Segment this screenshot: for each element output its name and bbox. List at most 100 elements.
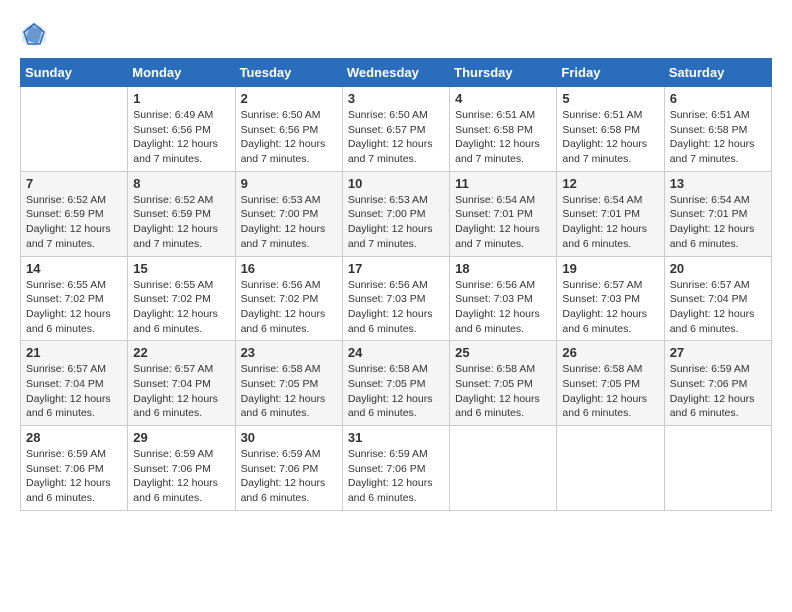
calendar-cell xyxy=(664,426,771,511)
calendar-cell: 1 Sunrise: 6:49 AMSunset: 6:56 PMDaylight… xyxy=(128,87,235,172)
calendar-table: SundayMondayTuesdayWednesdayThursdayFrid… xyxy=(20,58,772,511)
calendar-cell: 31Sunrise: 6:59 AMSunset: 7:06 PMDayligh… xyxy=(342,426,449,511)
day-number: 23 xyxy=(241,345,337,360)
calendar-cell: 3 Sunrise: 6:50 AMSunset: 6:57 PMDaylight… xyxy=(342,87,449,172)
calendar-cell: 12 Sunrise: 6:54 AMSunset: 7:01 PMDayligh… xyxy=(557,171,664,256)
calendar-cell: 18Sunrise: 6:56 AMSunset: 7:03 PMDayligh… xyxy=(450,256,557,341)
calendar-cell: 13 Sunrise: 6:54 AMSunset: 7:01 PMDayligh… xyxy=(664,171,771,256)
day-number: 30 xyxy=(241,430,337,445)
day-info: Sunrise: 6:50 AMSunset: 6:57 PMDaylight:… xyxy=(348,108,444,167)
day-info: Sunrise: 6:58 AMSunset: 7:05 PMDaylight:… xyxy=(241,362,337,421)
day-info: Sunrise: 6:59 AMSunset: 7:06 PMDaylight:… xyxy=(26,447,122,506)
calendar-cell: 10 Sunrise: 6:53 AMSunset: 7:00 PMDayligh… xyxy=(342,171,449,256)
day-number: 9 xyxy=(241,176,337,191)
calendar-cell: 15Sunrise: 6:55 AMSunset: 7:02 PMDayligh… xyxy=(128,256,235,341)
calendar-week-row: 28 Sunrise: 6:59 AMSunset: 7:06 PMDayligh… xyxy=(21,426,772,511)
day-number: 15 xyxy=(133,261,229,276)
calendar-cell: 4 Sunrise: 6:51 AMSunset: 6:58 PMDaylight… xyxy=(450,87,557,172)
day-info: Sunrise: 6:54 AMSunset: 7:01 PMDaylight:… xyxy=(562,193,658,252)
calendar-cell: 20 Sunrise: 6:57 AMSunset: 7:04 PMDayligh… xyxy=(664,256,771,341)
day-number: 5 xyxy=(562,91,658,106)
calendar-cell xyxy=(21,87,128,172)
day-number: 27 xyxy=(670,345,766,360)
calendar-cell: 21 Sunrise: 6:57 AMSunset: 7:04 PMDayligh… xyxy=(21,341,128,426)
day-info: Sunrise: 6:52 AMSunset: 6:59 PMDaylight:… xyxy=(133,193,229,252)
calendar-cell: 19 Sunrise: 6:57 AMSunset: 7:03 PMDayligh… xyxy=(557,256,664,341)
calendar-cell xyxy=(450,426,557,511)
calendar-cell: 25 Sunrise: 6:58 AMSunset: 7:05 PMDayligh… xyxy=(450,341,557,426)
calendar-week-row: 1 Sunrise: 6:49 AMSunset: 6:56 PMDaylight… xyxy=(21,87,772,172)
page-header xyxy=(20,20,772,48)
day-info: Sunrise: 6:57 AMSunset: 7:03 PMDaylight:… xyxy=(562,278,658,337)
day-number: 8 xyxy=(133,176,229,191)
calendar-cell: 30 Sunrise: 6:59 AMSunset: 7:06 PMDayligh… xyxy=(235,426,342,511)
logo-icon xyxy=(20,20,48,48)
calendar-cell: 23 Sunrise: 6:58 AMSunset: 7:05 PMDayligh… xyxy=(235,341,342,426)
calendar-cell: 11 Sunrise: 6:54 AMSunset: 7:01 PMDayligh… xyxy=(450,171,557,256)
day-info: Sunrise: 6:51 AMSunset: 6:58 PMDaylight:… xyxy=(670,108,766,167)
calendar-cell: 17 Sunrise: 6:56 AMSunset: 7:03 PMDayligh… xyxy=(342,256,449,341)
calendar-header-row: SundayMondayTuesdayWednesdayThursdayFrid… xyxy=(21,59,772,87)
calendar-cell: 29 Sunrise: 6:59 AMSunset: 7:06 PMDayligh… xyxy=(128,426,235,511)
calendar-header-tuesday: Tuesday xyxy=(235,59,342,87)
calendar-cell: 9Sunrise: 6:53 AMSunset: 7:00 PMDaylight… xyxy=(235,171,342,256)
day-info: Sunrise: 6:57 AMSunset: 7:04 PMDaylight:… xyxy=(26,362,122,421)
day-number: 24 xyxy=(348,345,444,360)
day-info: Sunrise: 6:54 AMSunset: 7:01 PMDaylight:… xyxy=(455,193,551,252)
calendar-cell xyxy=(557,426,664,511)
day-number: 10 xyxy=(348,176,444,191)
day-info: Sunrise: 6:59 AMSunset: 7:06 PMDaylight:… xyxy=(670,362,766,421)
day-number: 3 xyxy=(348,91,444,106)
day-info: Sunrise: 6:56 AMSunset: 7:03 PMDaylight:… xyxy=(455,278,551,337)
day-number: 14 xyxy=(26,261,122,276)
day-number: 31 xyxy=(348,430,444,445)
day-info: Sunrise: 6:51 AMSunset: 6:58 PMDaylight:… xyxy=(562,108,658,167)
day-number: 11 xyxy=(455,176,551,191)
day-info: Sunrise: 6:58 AMSunset: 7:05 PMDaylight:… xyxy=(455,362,551,421)
calendar-week-row: 14 Sunrise: 6:55 AMSunset: 7:02 PMDayligh… xyxy=(21,256,772,341)
day-info: Sunrise: 6:57 AMSunset: 7:04 PMDaylight:… xyxy=(133,362,229,421)
day-number: 21 xyxy=(26,345,122,360)
day-number: 26 xyxy=(562,345,658,360)
day-number: 20 xyxy=(670,261,766,276)
calendar-cell: 2 Sunrise: 6:50 AMSunset: 6:56 PMDaylight… xyxy=(235,87,342,172)
day-info: Sunrise: 6:49 AMSunset: 6:56 PMDaylight:… xyxy=(133,108,229,167)
day-number: 16 xyxy=(241,261,337,276)
day-info: Sunrise: 6:59 AMSunset: 7:06 PMDaylight:… xyxy=(133,447,229,506)
calendar-cell: 26 Sunrise: 6:58 AMSunset: 7:05 PMDayligh… xyxy=(557,341,664,426)
calendar-cell: 6Sunrise: 6:51 AMSunset: 6:58 PMDaylight… xyxy=(664,87,771,172)
calendar-cell: 14 Sunrise: 6:55 AMSunset: 7:02 PMDayligh… xyxy=(21,256,128,341)
calendar-cell: 24Sunrise: 6:58 AMSunset: 7:05 PMDayligh… xyxy=(342,341,449,426)
calendar-header-monday: Monday xyxy=(128,59,235,87)
day-number: 28 xyxy=(26,430,122,445)
day-info: Sunrise: 6:54 AMSunset: 7:01 PMDaylight:… xyxy=(670,193,766,252)
calendar-week-row: 21 Sunrise: 6:57 AMSunset: 7:04 PMDayligh… xyxy=(21,341,772,426)
day-number: 13 xyxy=(670,176,766,191)
day-number: 19 xyxy=(562,261,658,276)
day-number: 25 xyxy=(455,345,551,360)
day-number: 2 xyxy=(241,91,337,106)
calendar-cell: 27 Sunrise: 6:59 AMSunset: 7:06 PMDayligh… xyxy=(664,341,771,426)
day-info: Sunrise: 6:55 AMSunset: 7:02 PMDaylight:… xyxy=(26,278,122,337)
calendar-cell: 28 Sunrise: 6:59 AMSunset: 7:06 PMDayligh… xyxy=(21,426,128,511)
day-info: Sunrise: 6:53 AMSunset: 7:00 PMDaylight:… xyxy=(348,193,444,252)
day-info: Sunrise: 6:51 AMSunset: 6:58 PMDaylight:… xyxy=(455,108,551,167)
calendar-week-row: 7 Sunrise: 6:52 AMSunset: 6:59 PMDaylight… xyxy=(21,171,772,256)
day-number: 22 xyxy=(133,345,229,360)
day-info: Sunrise: 6:58 AMSunset: 7:05 PMDaylight:… xyxy=(562,362,658,421)
day-number: 29 xyxy=(133,430,229,445)
calendar-cell: 5 Sunrise: 6:51 AMSunset: 6:58 PMDaylight… xyxy=(557,87,664,172)
calendar-header-sunday: Sunday xyxy=(21,59,128,87)
calendar-header-wednesday: Wednesday xyxy=(342,59,449,87)
day-number: 12 xyxy=(562,176,658,191)
day-number: 1 xyxy=(133,91,229,106)
day-number: 4 xyxy=(455,91,551,106)
day-number: 17 xyxy=(348,261,444,276)
day-info: Sunrise: 6:56 AMSunset: 7:03 PMDaylight:… xyxy=(348,278,444,337)
calendar-header-friday: Friday xyxy=(557,59,664,87)
day-info: Sunrise: 6:57 AMSunset: 7:04 PMDaylight:… xyxy=(670,278,766,337)
logo xyxy=(20,20,52,48)
day-number: 7 xyxy=(26,176,122,191)
day-info: Sunrise: 6:50 AMSunset: 6:56 PMDaylight:… xyxy=(241,108,337,167)
day-info: Sunrise: 6:59 AMSunset: 7:06 PMDaylight:… xyxy=(241,447,337,506)
